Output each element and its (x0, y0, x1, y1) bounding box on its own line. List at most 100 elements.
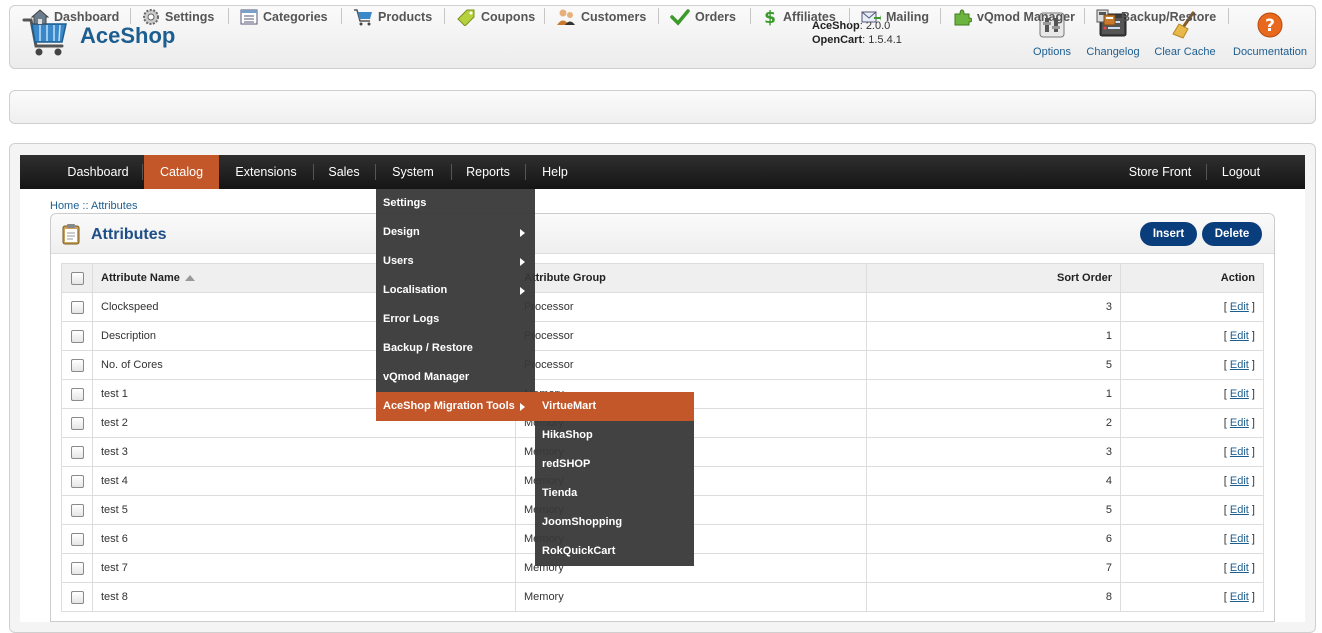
edit-link[interactable]: Edit (1230, 446, 1249, 458)
menu-reports[interactable]: Reports (453, 155, 523, 189)
cell-attribute-name: test 5 (92, 495, 516, 525)
menu-logout[interactable]: Logout (1210, 155, 1272, 189)
insert-button[interactable]: Insert (1140, 222, 1197, 246)
edit-link[interactable]: Edit (1230, 417, 1249, 429)
edit-link[interactable]: Edit (1230, 359, 1249, 371)
page-title: Attributes (91, 226, 167, 243)
toolbar-divider (444, 8, 445, 24)
edit-link[interactable]: Edit (1230, 388, 1249, 400)
submenu-arrow-icon (520, 287, 525, 295)
row-checkbox[interactable] (70, 300, 84, 314)
breadcrumb-home-link[interactable]: Home (50, 200, 79, 212)
row-checkbox[interactable] (70, 358, 84, 372)
toolbar-settings[interactable]: Settings (142, 6, 214, 28)
submenu-item-tienda[interactable]: Tienda (535, 479, 694, 508)
row-checkbox[interactable] (70, 329, 84, 343)
submenu-arrow-icon (520, 403, 525, 411)
toolbar-affiliates[interactable]: $ Affiliates (762, 6, 836, 28)
documentation-button[interactable]: ? Documentation (1229, 10, 1311, 58)
dropdown-item-settings[interactable]: Settings (376, 189, 535, 218)
row-checkbox[interactable] (70, 532, 84, 546)
row-select-cell (61, 582, 93, 612)
toolbar-mailing[interactable]: Mailing (861, 6, 929, 28)
dropdown-item-migration-tools[interactable]: AceShop Migration Tools (376, 392, 535, 421)
gear-icon (143, 9, 159, 25)
edit-link[interactable]: Edit (1230, 330, 1249, 342)
cell-sort-order: 1 (866, 379, 1121, 409)
help-icon: ? (1257, 12, 1283, 38)
toolbar-dashboard[interactable]: Dashboard (31, 6, 119, 28)
row-checkbox[interactable] (70, 561, 84, 575)
row-select-cell (61, 466, 93, 496)
row-checkbox[interactable] (70, 387, 84, 401)
dropdown-item-vqmod-manager[interactable]: vQmod Manager (376, 363, 535, 392)
row-select-cell (61, 379, 93, 409)
row-checkbox[interactable] (70, 503, 84, 517)
toolbar-divider (1228, 8, 1229, 24)
cell-attribute-name: test 4 (92, 466, 516, 496)
select-all-checkbox[interactable] (70, 271, 84, 285)
submenu-item-rokquickcart[interactable]: RokQuickCart (535, 537, 694, 566)
toolbar-customers[interactable]: Customers (556, 6, 646, 28)
toolbar-backup-restore[interactable]: Backup/Restore (1096, 6, 1216, 28)
dropdown-item-label: Error Logs (383, 313, 440, 325)
cell-attribute-group: Memory (515, 582, 867, 612)
dropdown-item-design[interactable]: Design (376, 218, 535, 247)
row-checkbox[interactable] (70, 474, 84, 488)
menu-system[interactable]: System (377, 155, 449, 189)
column-sort-order[interactable]: Sort Order (866, 263, 1121, 293)
row-checkbox[interactable] (70, 445, 84, 459)
menu-sales[interactable]: Sales (315, 155, 373, 189)
toolbar-divider (940, 8, 941, 24)
edit-link[interactable]: Edit (1230, 301, 1249, 313)
box-heading (51, 214, 1274, 254)
menu-catalog[interactable]: Catalog (144, 155, 219, 189)
toolbar-orders[interactable]: Orders (670, 6, 736, 28)
menu-dashboard[interactable]: Dashboard (56, 155, 140, 189)
submenu-item-redshop[interactable]: redSHOP (535, 450, 694, 479)
submenu-item-hikashop[interactable]: HikaShop (535, 421, 694, 450)
toolbar-label: Dashboard (54, 10, 120, 24)
menu-extensions[interactable]: Extensions (221, 155, 311, 189)
toolbar-coupons[interactable]: Coupons (456, 6, 535, 28)
toolbar-products[interactable]: Products (353, 6, 432, 28)
submenu-item-virtuemart[interactable]: VirtueMart (535, 392, 694, 421)
cell-attribute-group: Processor (515, 292, 867, 322)
toolbar-vqmod-manager[interactable]: vQmod Manager (952, 6, 1075, 28)
column-attribute-group[interactable]: Attribute Group (515, 263, 867, 293)
options-label: Options (1033, 46, 1071, 58)
row-select-cell (61, 437, 93, 467)
row-select-cell (61, 495, 93, 525)
changelog-label: Changelog (1086, 46, 1140, 58)
menu-divider (313, 164, 314, 180)
edit-link[interactable]: Edit (1230, 504, 1249, 516)
dropdown-item-localisation[interactable]: Localisation (376, 276, 535, 305)
row-checkbox[interactable] (70, 416, 84, 430)
dropdown-item-label: Localisation (383, 284, 448, 296)
toolbar-categories[interactable]: Categories (240, 6, 328, 28)
backup-icon (1096, 9, 1116, 26)
edit-link[interactable]: Edit (1230, 562, 1249, 574)
dropdown-item-error-logs[interactable]: Error Logs (376, 305, 535, 334)
row-select-cell (61, 408, 93, 438)
edit-link[interactable]: Edit (1230, 475, 1249, 487)
submenu-item-joomshopping[interactable]: JoomShopping (535, 508, 694, 537)
dropdown-item-backup-restore[interactable]: Backup / Restore (376, 334, 535, 363)
menu-help[interactable]: Help (527, 155, 583, 189)
edit-link[interactable]: Edit (1230, 591, 1249, 603)
clipboard-icon (62, 224, 80, 245)
menu-store-front[interactable]: Store Front (1118, 155, 1202, 189)
cell-action: [ Edit ] (1120, 553, 1264, 583)
row-checkbox[interactable] (70, 590, 84, 604)
cell-sort-order: 1 (866, 321, 1121, 351)
edit-link[interactable]: Edit (1230, 533, 1249, 545)
dropdown-item-label: Design (383, 226, 420, 238)
dropdown-item-users[interactable]: Users (376, 247, 535, 276)
version-name: OpenCart (812, 34, 863, 46)
table-header-row: Attribute Name Attribute Group Sort Orde… (61, 263, 1264, 293)
cell-attribute-name: test 6 (92, 524, 516, 554)
breadcrumb-separator: :: (82, 200, 89, 212)
submenu-arrow-icon (520, 258, 525, 266)
breadcrumb-current-link[interactable]: Attributes (91, 200, 137, 212)
delete-button[interactable]: Delete (1202, 222, 1262, 246)
